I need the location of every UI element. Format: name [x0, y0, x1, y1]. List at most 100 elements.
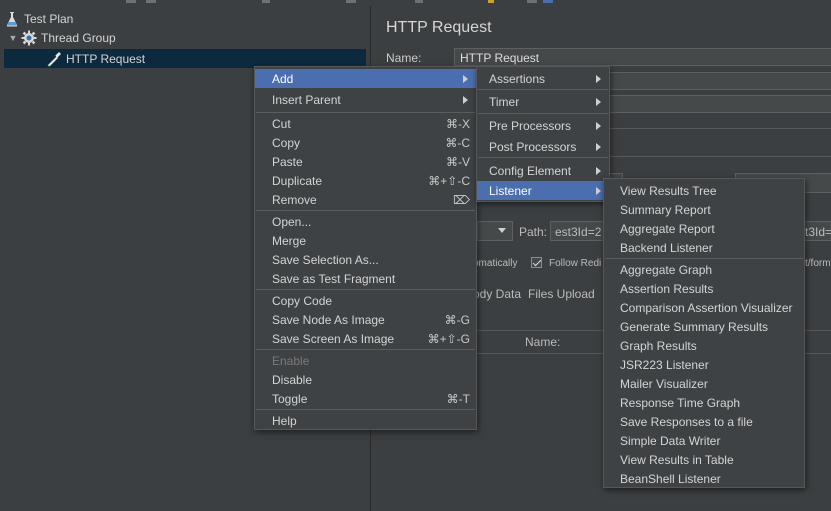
- menu-item-save-screen-as-image[interactable]: Save Screen As Image ⌘+⇧-G: [255, 329, 476, 348]
- menu-item-label: Save as Test Fragment: [272, 271, 396, 286]
- menu-item-disable[interactable]: Disable: [255, 370, 476, 389]
- menu-item-label: Paste: [272, 154, 303, 169]
- menu-item-label: Copy: [272, 135, 301, 150]
- context-menu: Add Insert Parent Cut ⌘-X Copy ⌘-C Paste…: [254, 66, 477, 430]
- chevron-down-icon[interactable]: ▼: [8, 33, 18, 43]
- menu-item-label: Graph Results: [620, 338, 697, 353]
- menu-item-merge[interactable]: Merge: [255, 231, 476, 250]
- tree-item-thread-group[interactable]: ▼ Thread Group: [8, 28, 116, 47]
- menu-item-label: Copy Code: [272, 293, 333, 308]
- menu-shortcut: ⌘+⇧-G: [427, 331, 470, 346]
- menu-item-generate-summary-results[interactable]: Generate Summary Results: [604, 317, 804, 336]
- menu-item-label: BeanShell Listener: [620, 471, 721, 486]
- menu-item-timer[interactable]: Timer: [477, 92, 609, 111]
- submenu-arrow-icon: [596, 74, 601, 83]
- menu-item-config-element[interactable]: Config Element: [477, 161, 609, 180]
- menu-item-label: Assertions: [489, 71, 546, 86]
- path-field-right[interactable]: t3Id=: [801, 221, 831, 241]
- menu-item-assertion-results[interactable]: Assertion Results: [604, 279, 804, 298]
- menu-item-open[interactable]: Open...: [255, 212, 476, 231]
- menu-separator: [256, 210, 475, 211]
- delete-key-icon: ⌦: [453, 192, 470, 207]
- menu-shortcut: ⌘+⇧-C: [428, 173, 470, 188]
- menu-item-label: Merge: [272, 233, 307, 248]
- menu-item-save-responses-to-file[interactable]: Save Responses to a file: [604, 412, 804, 431]
- menu-item-label: JSR223 Listener: [620, 357, 709, 372]
- menu-shortcut: ⌘-G: [444, 312, 470, 327]
- tree-item-label: Test Plan: [24, 11, 74, 26]
- follow-redirects-checkbox[interactable]: [531, 257, 542, 268]
- path-value: t3Id=: [805, 225, 831, 239]
- menu-separator: [478, 89, 608, 90]
- menu-separator: [478, 113, 608, 114]
- menu-item-copy-code[interactable]: Copy Code: [255, 291, 476, 310]
- menu-item-duplicate[interactable]: Duplicate ⌘+⇧-C: [255, 171, 476, 190]
- toolbar-icon[interactable]: [527, 0, 537, 3]
- column-header-name: Name:: [525, 335, 561, 349]
- menu-item-save-selection-as[interactable]: Save Selection As...: [255, 250, 476, 269]
- menu-item-label: Enable: [272, 353, 310, 368]
- menu-item-label: Add: [272, 71, 294, 86]
- menu-item-label: Cut: [272, 116, 291, 131]
- menu-item-comparison-assertion-visualizer[interactable]: Comparison Assertion Visualizer: [604, 298, 804, 317]
- menu-item-response-time-graph[interactable]: Response Time Graph: [604, 393, 804, 412]
- toolbar-icon[interactable]: [146, 0, 156, 3]
- toolbar-icon[interactable]: [126, 0, 136, 3]
- tab-body-data[interactable]: ody Data: [473, 287, 521, 301]
- name-field[interactable]: HTTP Request: [454, 48, 831, 66]
- menu-item-save-as-test-fragment[interactable]: Save as Test Fragment: [255, 269, 476, 288]
- flask-icon: [4, 11, 20, 27]
- toolbar-icon[interactable]: [543, 0, 553, 3]
- menu-item-graph-results[interactable]: Graph Results: [604, 336, 804, 355]
- menu-item-view-results-in-table[interactable]: View Results in Table: [604, 450, 804, 469]
- menu-item-help[interactable]: Help: [255, 411, 476, 430]
- toolbar-icon[interactable]: [488, 0, 494, 3]
- submenu-arrow-icon: [596, 166, 601, 175]
- menu-item-assertions[interactable]: Assertions: [477, 69, 609, 88]
- menu-item-label: Listener: [489, 183, 532, 198]
- menu-item-listener[interactable]: Listener: [477, 181, 609, 200]
- tab-files-upload[interactable]: Files Upload: [528, 287, 595, 301]
- menu-item-aggregate-report[interactable]: Aggregate Report: [604, 219, 804, 238]
- menu-item-jsr223-listener[interactable]: JSR223 Listener: [604, 355, 804, 374]
- menu-item-label: Config Element: [489, 163, 572, 178]
- menu-item-summary-report[interactable]: Summary Report: [604, 200, 804, 219]
- path-field[interactable]: est3Id=2: [550, 221, 610, 241]
- toolbar-icon[interactable]: [262, 0, 270, 3]
- menu-item-label: Save Selection As...: [272, 252, 379, 267]
- menu-item-simple-data-writer[interactable]: Simple Data Writer: [604, 431, 804, 450]
- menu-item-toggle[interactable]: Toggle ⌘-T: [255, 389, 476, 408]
- menu-item-copy[interactable]: Copy ⌘-C: [255, 133, 476, 152]
- page-title: HTTP Request: [386, 19, 492, 36]
- menu-item-label: Open...: [272, 214, 312, 229]
- menu-item-remove[interactable]: Remove ⌦: [255, 190, 476, 209]
- menu-item-insert-parent[interactable]: Insert Parent: [255, 90, 476, 109]
- menu-item-mailer-visualizer[interactable]: Mailer Visualizer: [604, 374, 804, 393]
- menu-item-label: Generate Summary Results: [620, 319, 769, 334]
- menu-item-view-results-tree[interactable]: View Results Tree: [604, 181, 804, 200]
- menu-item-label: View Results Tree: [620, 183, 717, 198]
- submenu-arrow-icon: [596, 97, 601, 106]
- submenu-arrow-icon: [463, 74, 468, 83]
- method-dropdown[interactable]: [477, 221, 513, 241]
- menu-item-save-node-as-image[interactable]: Save Node As Image ⌘-G: [255, 310, 476, 329]
- menu-separator: [256, 349, 475, 350]
- menu-item-label: Duplicate: [272, 173, 323, 188]
- menu-item-add[interactable]: Add: [255, 69, 476, 88]
- tree-item-test-plan[interactable]: Test Plan: [4, 9, 73, 28]
- chevron-down-icon: [498, 228, 506, 233]
- menu-item-cut[interactable]: Cut ⌘-X: [255, 114, 476, 133]
- submenu-arrow-icon: [596, 142, 601, 151]
- menu-item-beanshell-listener[interactable]: BeanShell Listener: [604, 469, 804, 488]
- menu-item-label: Aggregate Graph: [620, 262, 713, 277]
- menu-item-post-processors[interactable]: Post Processors: [477, 137, 609, 156]
- menu-item-backend-listener[interactable]: Backend Listener: [604, 238, 804, 257]
- menu-item-paste[interactable]: Paste ⌘-V: [255, 152, 476, 171]
- menu-item-aggregate-graph[interactable]: Aggregate Graph: [604, 260, 804, 279]
- menu-item-label: Simple Data Writer: [620, 433, 721, 448]
- menu-item-pre-processors[interactable]: Pre Processors: [477, 116, 609, 135]
- toolbar-icon[interactable]: [346, 0, 356, 3]
- menu-item-label: Save Node As Image: [272, 312, 385, 327]
- menu-separator: [478, 157, 608, 158]
- toolbar-icon[interactable]: [415, 0, 423, 3]
